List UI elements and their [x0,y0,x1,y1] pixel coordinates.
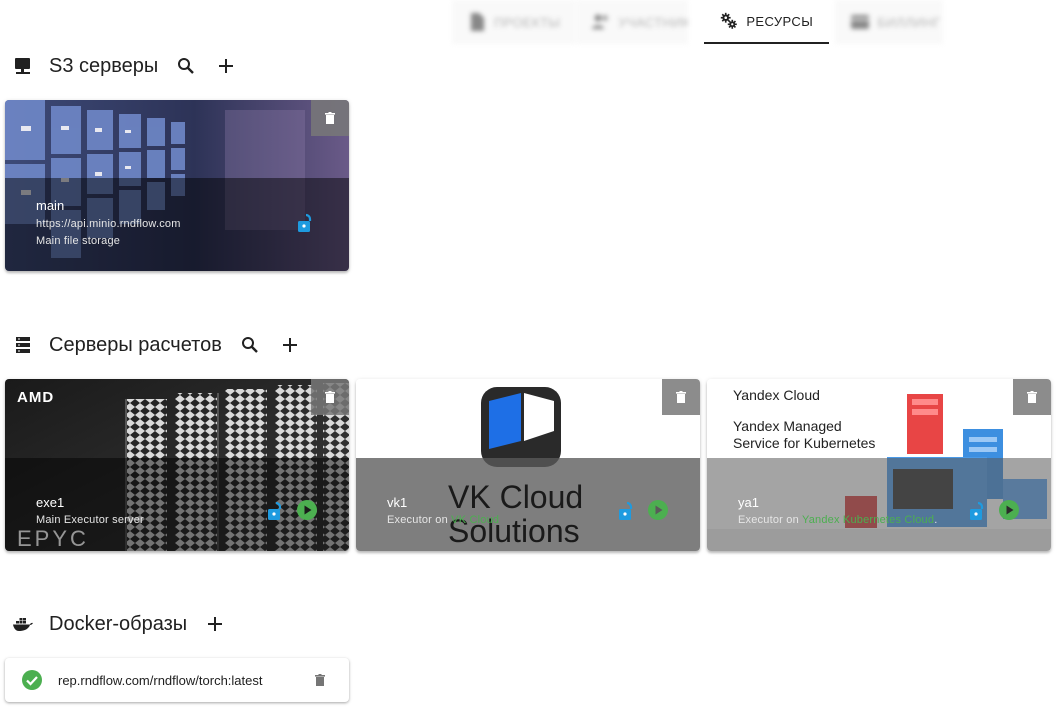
s3-section-header: S3 серверы [12,50,240,82]
compute-section-header: Серверы расчетов [12,329,304,361]
resource-tabs: ПРОЕКТЫ УЧАСТНИКИ РЕСУРСЫ [452,0,944,44]
tab-resources-label: РЕСУРСЫ [746,13,814,29]
amd-logo-text: AMD [17,389,55,406]
s3-card-name: main [36,198,65,213]
exe1-delete-button[interactable] [311,379,349,415]
play-circle-icon [999,500,1019,520]
docker-delete-button[interactable] [309,669,331,691]
docker-whale-icon [12,613,34,635]
s3-search-button[interactable] [172,52,200,80]
tab-projects-label: ПРОЕКТЫ [494,14,561,30]
vk1-card-description: Executor on VK Cloud [387,514,499,526]
trash-icon [325,391,335,403]
compute-search-button[interactable] [236,331,264,359]
document-icon [468,13,486,31]
ya1-delete-button[interactable] [1013,379,1051,415]
tab-members-label: УЧАСТНИКИ [618,14,689,30]
s3-card-url: https://api.minio.rndflow.com [36,218,181,230]
vk1-desc-prefix: Executor on [387,514,452,526]
exe1-card-name: exe1 [36,495,65,510]
check-circle-icon [22,670,42,690]
s3-card-lock-button[interactable] [295,212,317,234]
vk1-card-name: vk1 [387,495,408,510]
yandex-managed-text: Yandex Managed [733,418,842,434]
s3-card-description: Main file storage [36,235,121,247]
compute-section-title: Серверы расчетов [49,333,222,356]
vk-logo-text-1: VK Cloud [448,479,584,515]
s3-section-title: S3 серверы [49,54,159,77]
s3-card-main[interactable]: main https://api.minio.rndflow.com Main … [5,100,349,271]
docker-image-name: rep.rndflow.com/rndflow/torch:latest [58,672,263,688]
server-rack-icon [12,334,34,356]
card-icon [851,13,870,31]
ya1-card-description: Executor on Yandex Kubernetes Cloud. [738,514,937,526]
lock-open-icon [298,213,312,232]
plus-icon [282,338,297,352]
play-circle-icon [297,500,317,520]
plus-icon [219,59,234,73]
ya1-run-button[interactable] [998,499,1020,521]
vk1-run-button[interactable] [647,499,669,521]
s3-add-button[interactable] [212,52,240,80]
trash-icon [315,674,325,686]
lock-open-icon [970,501,984,520]
tab-billing-label: БИЛЛИНГ [877,14,941,30]
storage-server-icon [12,55,34,77]
plus-icon [208,617,223,631]
docker-section-title: Docker-образы [49,612,188,635]
tab-billing[interactable]: БИЛЛИНГ [835,0,944,44]
trash-icon [325,112,335,124]
ya1-card-name: ya1 [738,495,759,510]
exe1-card-description: Main Executor server [36,514,144,526]
compute-add-button[interactable] [276,331,304,359]
vk1-lock-button[interactable] [616,500,638,522]
gears-icon [720,12,738,30]
exe1-run-button[interactable] [296,499,318,521]
ya1-desc-prefix: Executor on [738,514,802,526]
s3-card-delete-button[interactable] [311,100,349,136]
search-icon [241,337,258,353]
ya1-lock-button[interactable] [967,500,989,522]
yandex-cloud-logo-text: Yandex Cloud [733,387,820,403]
tab-projects[interactable]: ПРОЕКТЫ [452,0,577,44]
compute-card-ya1[interactable]: Yandex Cloud Yandex Managed Service for … [707,379,1051,551]
people-icon [592,13,610,31]
ya1-provider-link[interactable]: Yandex Kubernetes Cloud [802,514,934,526]
play-circle-icon [648,500,668,520]
compute-card-vk1[interactable]: VK Cloud Solutions vk1 Executor on VK Cl… [356,379,700,551]
docker-section-header: Docker-образы [12,608,229,640]
vk1-delete-button[interactable] [662,379,700,415]
ya1-desc-suffix: . [934,514,938,526]
trash-icon [676,391,686,403]
lock-open-icon [268,501,282,520]
trash-icon [1027,391,1037,403]
yandex-k8s-text: Service for Kubernetes [733,435,876,451]
tab-members[interactable]: УЧАСТНИКИ [576,0,689,44]
lock-open-icon [619,501,633,520]
vk1-provider-link[interactable]: VK Cloud [451,514,499,526]
docker-image-item[interactable]: rep.rndflow.com/rndflow/torch:latest [5,658,349,702]
compute-card-exe1[interactable]: AMD EPYC exe1 Main Executor server [5,379,349,551]
epyc-logo-text: EPYC [17,526,89,551]
docker-add-button[interactable] [201,610,229,638]
search-icon [178,58,195,74]
exe1-lock-button[interactable] [265,500,287,522]
tab-resources[interactable]: РЕСУРСЫ [704,0,830,44]
